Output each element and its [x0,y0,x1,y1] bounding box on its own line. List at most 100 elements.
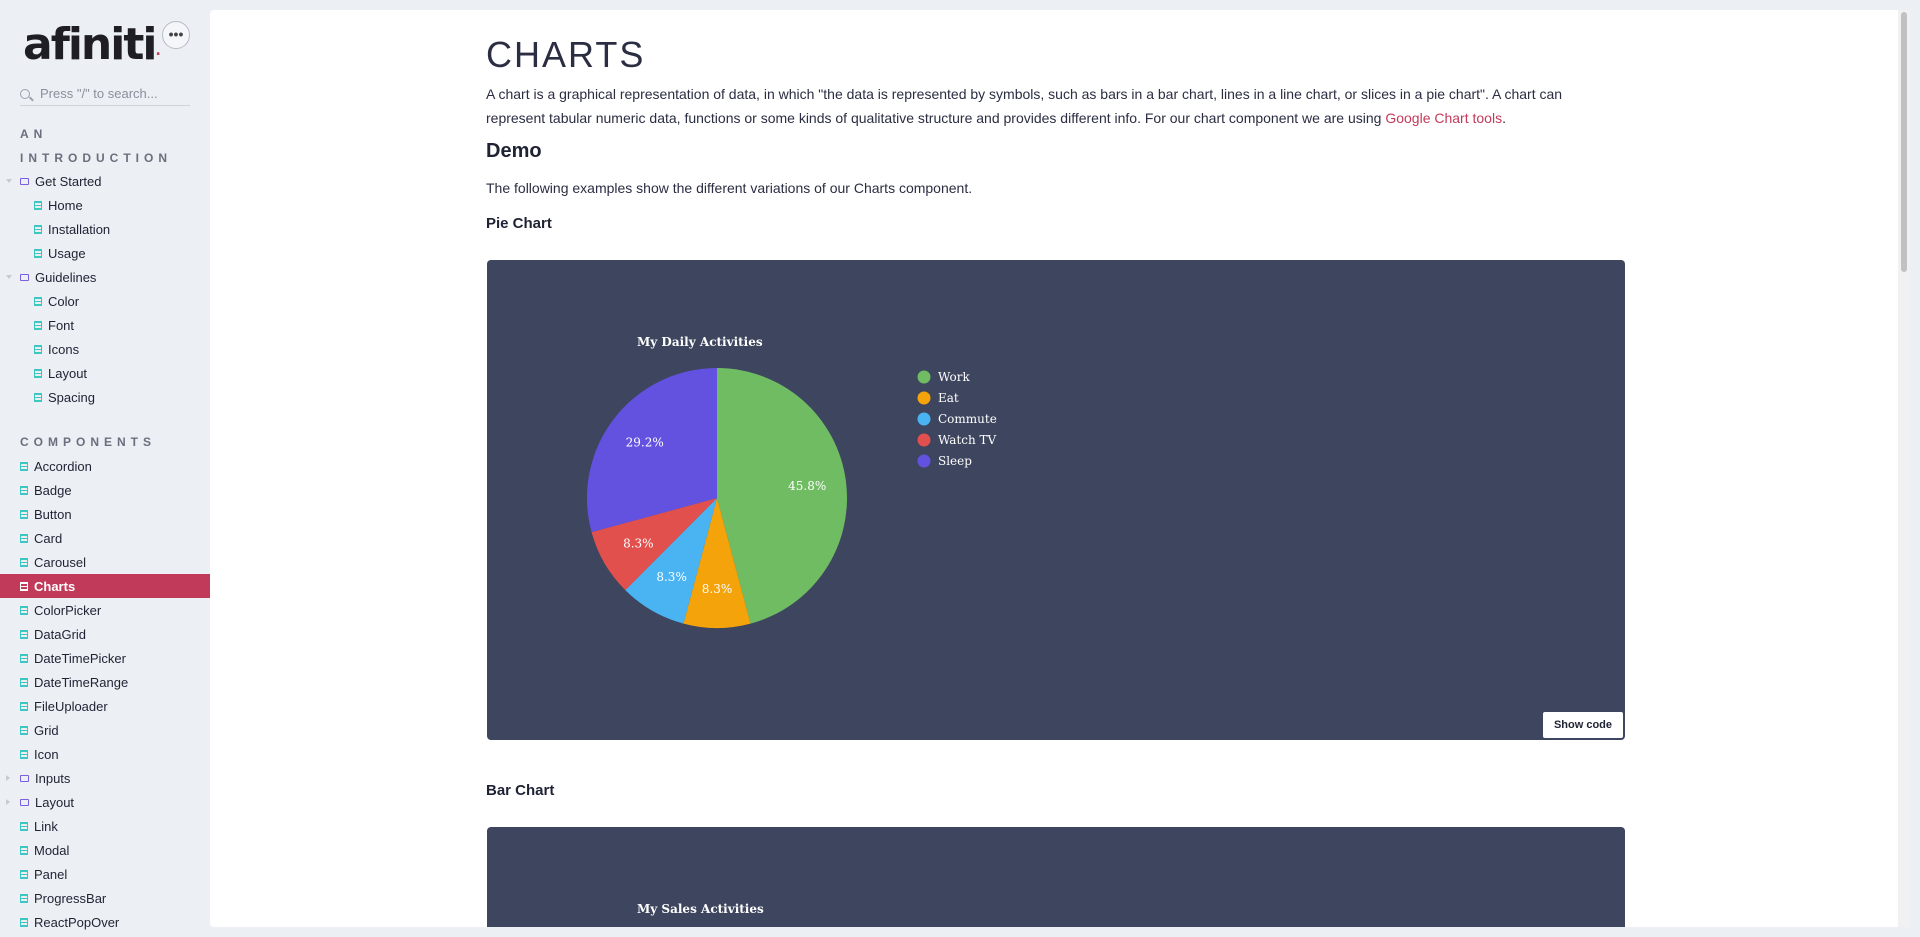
caret-down-icon[interactable] [6,179,12,183]
sidebar-item-badge[interactable]: Badge [0,478,210,502]
sidebar-item-label: DateTimePicker [34,650,126,666]
sidebar-item-spacing[interactable]: Spacing [0,385,210,409]
search-bar[interactable] [20,82,190,106]
sidebar-item-label: Color [48,293,80,309]
document-icon [20,749,28,759]
sidebar-item-datetimerange[interactable]: DateTimeRange [0,670,210,694]
caret-right-icon[interactable] [6,775,10,781]
sidebar-item-label: ProgressBar [34,890,107,906]
sidebar-item-colorpicker[interactable]: ColorPicker [0,598,210,622]
sidebar-item-label: Grid [34,722,59,738]
sidebar-item-label: Installation [48,221,111,237]
caret-down-icon[interactable] [6,275,12,279]
sidebar-item-label: Spacing [48,389,95,405]
google-chart-tools-link[interactable]: Google Chart tools [1385,110,1502,126]
document-icon [34,344,42,354]
document-icon [34,248,42,258]
sidebar-item-progressbar[interactable]: ProgressBar [0,886,210,910]
sidebar-item-card[interactable]: Card [0,526,210,550]
pie-chart-heading: Pie Chart [486,215,552,232]
bar-chart-container: My Sales Activities [487,827,1625,927]
sidebar-item-carousel[interactable]: Carousel [0,550,210,574]
folder-icon [20,798,29,806]
document-icon [34,224,42,234]
sidebar-item-icon[interactable]: Icon [0,742,210,766]
scrollbar-thumb[interactable] [1901,12,1907,272]
legend-marker-sleep[interactable] [917,454,931,468]
document-icon [34,296,42,306]
sidebar-item-label: Font [48,317,75,333]
sidebar-item-label: Icon [34,746,59,762]
pie-value-label: 8.3% [623,537,654,551]
search-input[interactable] [40,86,180,101]
sidebar-item-label: Layout [48,365,88,381]
document-icon [20,653,28,663]
more-options-button[interactable]: ••• [162,21,190,49]
document-icon [20,461,28,471]
sidebar-item-datagrid[interactable]: DataGrid [0,622,210,646]
intro-end: . [1502,110,1506,126]
document-icon [20,509,28,519]
bar-chart-title: My Sales Activities [637,902,764,916]
pie-chart-container: My Daily Activities 45.8% 8.3% 8.3% 8.3% 29.… [487,260,1625,740]
section-title-introduction-1: AN [20,127,48,141]
sidebar-item-get-started[interactable]: Get Started [0,169,210,193]
document-icon [34,368,42,378]
show-code-button[interactable]: Show code [1542,712,1623,738]
legend-marker-commute[interactable] [917,412,931,426]
sidebar-item-modal[interactable]: Modal [0,838,210,862]
pie-value-label: 45.8% [788,479,826,493]
sidebar-item-icons[interactable]: Icons [0,337,210,361]
afiniti-logo[interactable]: afiniti. [23,20,161,76]
sidebar-item-label: Badge [34,482,72,498]
sidebar-item-accordion[interactable]: Accordion [0,454,210,478]
sidebar-item-reactpopover[interactable]: ReactPopOver [0,910,210,934]
document-icon [20,605,28,615]
document-icon [20,869,28,879]
demo-heading: Demo [486,140,542,162]
sidebar-item-guidelines[interactable]: Guidelines [0,265,210,289]
sidebar-item-label: ReactPopOver [34,914,120,930]
document-icon [20,677,28,687]
sidebar-item-panel[interactable]: Panel [0,862,210,886]
ellipsis-icon: ••• [168,26,184,42]
bar-chart: My Sales Activities [637,902,764,916]
sidebar-item-layout[interactable]: Layout [0,790,210,814]
bar-chart-heading: Bar Chart [486,782,555,799]
sidebar-item-label: ColorPicker [34,602,102,618]
main-content: CHARTS A chart is a graphical representa… [210,10,1910,927]
caret-right-icon[interactable] [6,799,10,805]
sidebar-item-font[interactable]: Font [0,313,210,337]
sidebar-item-label: Guidelines [35,269,97,285]
logo-dot: . [155,43,161,59]
legend-label-commute[interactable]: Commute [938,412,997,426]
legend-marker-eat[interactable] [917,391,931,405]
legend-label-watch-tv[interactable]: Watch TV [938,433,997,447]
document-icon [20,629,28,639]
sidebar-item-fileuploader[interactable]: FileUploader [0,694,210,718]
demo-description: The following examples show the differen… [486,180,973,196]
legend-label-eat[interactable]: Eat [938,391,959,405]
sidebar-item-layout[interactable]: Layout [0,361,210,385]
folder-icon [20,177,29,185]
legend-marker-work[interactable] [917,370,931,384]
sidebar-item-home[interactable]: Home [0,193,210,217]
sidebar-item-usage[interactable]: Usage [0,241,210,265]
intro-paragraph: A chart is a graphical representation of… [486,82,1606,130]
sidebar-item-color[interactable]: Color [0,289,210,313]
sidebar-item-grid[interactable]: Grid [0,718,210,742]
sidebar-item-label: Home [48,197,83,213]
document-icon [34,320,42,330]
legend-marker-watch-tv[interactable] [917,433,931,447]
sidebar-item-installation[interactable]: Installation [0,217,210,241]
sidebar-item-button[interactable]: Button [0,502,210,526]
legend-label-work[interactable]: Work [938,370,970,384]
sidebar-item-inputs[interactable]: Inputs [0,766,210,790]
sidebar-item-datetimepicker[interactable]: DateTimePicker [0,646,210,670]
page-title: CHARTS [486,34,646,75]
sidebar-item-link[interactable]: Link [0,814,210,838]
legend-label-sleep[interactable]: Sleep [938,454,972,468]
page-scrollbar[interactable] [1898,10,1910,927]
sidebar-item-label: Card [34,530,63,546]
sidebar-item-charts[interactable]: Charts [0,574,210,598]
